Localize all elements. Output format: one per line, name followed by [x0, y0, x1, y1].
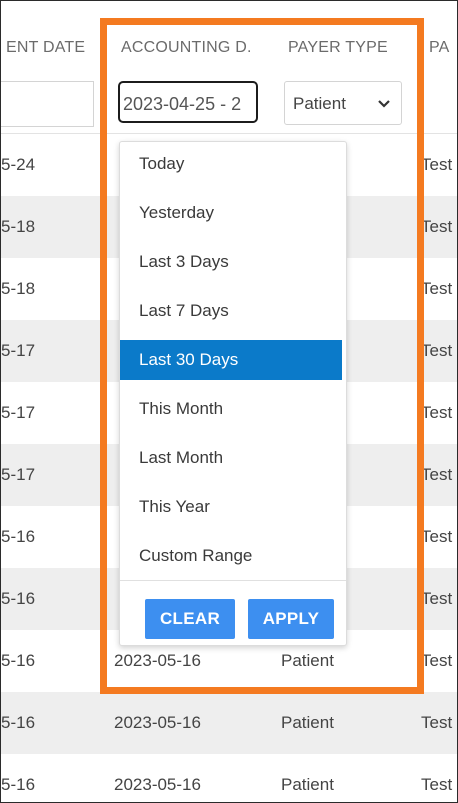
table-cell: Test [421, 155, 453, 174]
table-cell: Test [421, 279, 453, 298]
date-range-option[interactable]: Last 7 Days [120, 291, 342, 331]
table-cell: Patient [281, 713, 334, 732]
table-cell: 5-17 [1, 465, 36, 484]
table-cell: 5-17 [1, 341, 36, 360]
table-row[interactable]: 5-16 2023-05-16 Patient Test [1, 692, 457, 754]
table-cell: Patient [281, 775, 334, 794]
accounting-date-range-input[interactable]: 2023-04-25 - 2 [118, 81, 258, 123]
report-table-view: ENT DATE ACCOUNTING D. PAYER TYPE PA 202… [0, 0, 458, 803]
date-range-option[interactable]: This Year [120, 487, 342, 527]
payer-type-selected-value: Patient [293, 94, 346, 113]
table-cell: 5-17 [1, 403, 36, 422]
table-cell: Test [421, 527, 453, 546]
table-cell: Test [421, 775, 453, 794]
table-cell: 5-16 [1, 651, 36, 670]
date-range-option[interactable]: Today [120, 144, 342, 184]
date-range-option[interactable]: Custom Range [120, 536, 342, 576]
date-range-option[interactable]: This Month [120, 389, 342, 429]
payer-type-select[interactable]: Patient [284, 81, 402, 125]
date-range-dropdown: Today Yesterday Last 3 Days Last 7 Days Last… [119, 141, 347, 646]
date-range-option[interactable]: Last 30 Days [120, 340, 342, 380]
table-cell: 5-16 [1, 713, 36, 732]
table-cell: Test [421, 217, 453, 236]
column-header-payer[interactable]: PA [429, 39, 457, 57]
table-cell: Test [421, 403, 453, 422]
date-range-option[interactable]: Last 3 Days [120, 242, 342, 282]
date-range-option[interactable]: Yesterday [120, 193, 342, 233]
table-cell: 5-18 [1, 217, 36, 236]
column-header-accounting-date[interactable]: ACCOUNTING D. [121, 39, 281, 57]
column-header-payment-date[interactable]: ENT DATE [6, 39, 99, 57]
table-cell: 5-16 [1, 527, 36, 546]
table-cell: 5-16 [1, 589, 36, 608]
table-cell: 5-16 [1, 775, 36, 794]
table-cell: Test [421, 341, 453, 360]
table-cell: Test [421, 651, 453, 670]
table-cell: Test [421, 589, 453, 608]
column-header-payer-type[interactable]: PAYER TYPE [288, 39, 408, 57]
table-cell: Test [421, 465, 453, 484]
table-row[interactable]: 5-16 2023-05-16 Patient Test [1, 754, 457, 802]
date-range-option[interactable]: Last Month [120, 438, 342, 478]
dropdown-divider [120, 580, 346, 581]
table-cell: 2023-05-16 [114, 713, 201, 732]
table-header: ENT DATE ACCOUNTING D. PAYER TYPE PA [1, 1, 457, 74]
clear-button[interactable]: CLEAR [145, 599, 235, 639]
table-cell: 5-24 [1, 155, 36, 174]
payment-date-filter-input[interactable] [1, 81, 94, 127]
table-cell: 2023-05-16 [114, 775, 201, 794]
table-cell: 5-18 [1, 279, 36, 298]
table-cell: Test [421, 713, 453, 732]
apply-button[interactable]: APPLY [248, 599, 334, 639]
